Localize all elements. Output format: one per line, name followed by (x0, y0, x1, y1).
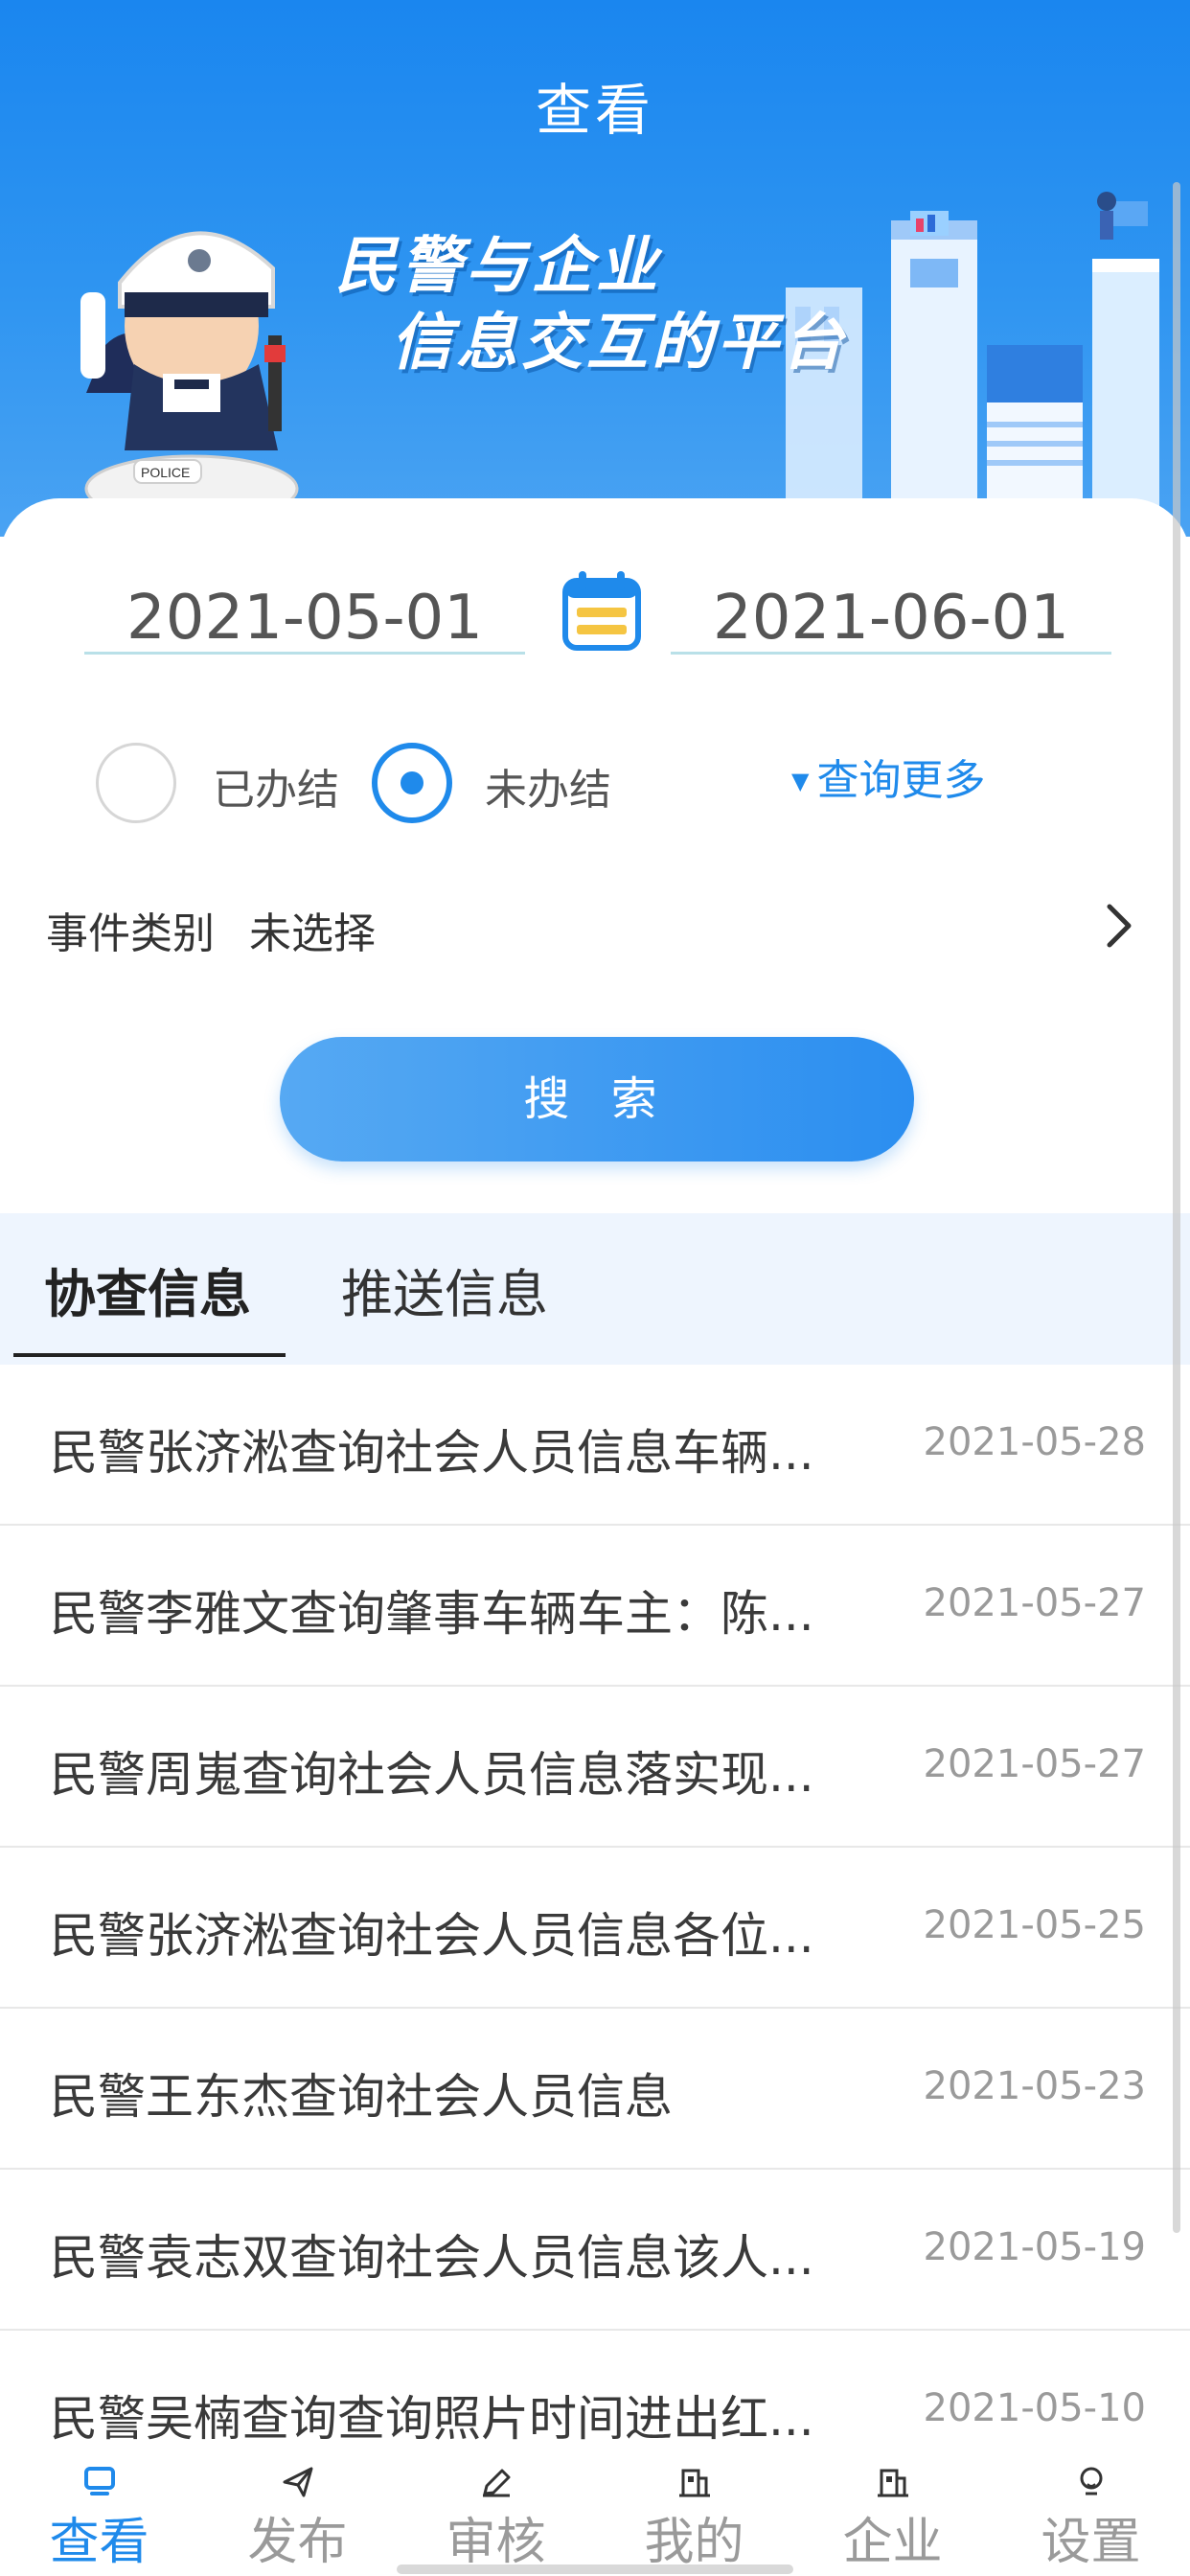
category-value: 未选择 (249, 909, 376, 958)
active-tab-indicator (13, 1353, 286, 1357)
radio-pending-label[interactable]: 未办结 (485, 755, 611, 816)
send-icon (283, 2467, 312, 2497)
banner-slogan: 民警与企业 信息交互的平台 (335, 228, 847, 381)
item-date: 2021-05-25 (923, 1903, 1146, 1947)
pen-icon (482, 2469, 510, 2497)
item-date: 2021-05-28 (923, 1420, 1146, 1464)
list-item[interactable]: 民警王东杰查询社会人员信息 2021-05-23 (0, 2009, 1190, 2170)
calendar-icon[interactable] (561, 569, 642, 652)
search-button[interactable]: 搜 索 (280, 1037, 914, 1162)
item-date: 2021-05-27 (923, 1742, 1146, 1786)
nav-review[interactable]: 审核 (397, 2442, 595, 2576)
nav-label: 发布 (247, 2514, 348, 2571)
header-banner: 查看 POLICE 民警与企业 信息交互的平台 (0, 0, 1190, 537)
item-title: 民警李雅文查询肇事车辆车主：陈... (50, 1586, 814, 1642)
nav-enterprise[interactable]: 企业 (793, 2442, 992, 2576)
item-date: 2021-05-19 (923, 2225, 1146, 2269)
page-title: 查看 (535, 78, 654, 143)
nav-settings[interactable]: 设置 (992, 2442, 1190, 2576)
nav-label: 企业 (842, 2514, 943, 2571)
info-tabs: 协查信息 推送信息 (0, 1213, 1190, 1365)
home-indicator (397, 2564, 793, 2574)
list-item[interactable]: 民警张济淞查询社会人员信息各位... 2021-05-25 (0, 1848, 1190, 2009)
bottom-navigation: 查看 发布 审核 我的 企业 设置 (0, 2442, 1190, 2576)
item-title: 民警张济淞查询社会人员信息各位... (50, 1908, 814, 1964)
slogan-line-2: 信息交互的平台 (391, 308, 847, 379)
building-icon (877, 2469, 908, 2497)
radio-pending[interactable] (372, 743, 452, 823)
nav-view[interactable]: 查看 (0, 2442, 198, 2576)
item-date: 2021-05-23 (923, 2064, 1146, 2108)
event-category-row[interactable]: 事件类别 未选择 (46, 899, 376, 960)
chevron-right-icon[interactable] (1100, 899, 1138, 953)
item-title: 民警吴楠查询查询照片时间进出红... (50, 2391, 814, 2447)
nav-mine[interactable]: 我的 (595, 2442, 793, 2576)
search-card: 2021-05-01 2021-06-01 已办结 未办结 ▼ 查询更多 事件类别… (0, 498, 1190, 1227)
building-icon (678, 2469, 710, 2497)
nav-label: 查看 (49, 2514, 149, 2571)
item-title: 民警周嵬查询社会人员信息落实现... (50, 1747, 814, 1803)
start-date-field[interactable]: 2021-05-01 (84, 585, 525, 655)
nav-label: 我的 (644, 2514, 744, 2571)
nav-label: 审核 (446, 2514, 546, 2571)
monitor-icon (83, 2467, 115, 2496)
tab-push-info[interactable]: 推送信息 (341, 1252, 548, 1327)
tab-assist-info[interactable]: 协查信息 (44, 1252, 251, 1327)
list-item[interactable]: 民警袁志双查询社会人员信息该人... 2021-05-19 (0, 2170, 1190, 2331)
category-label: 事件类别 (46, 909, 215, 958)
caret-down-icon: ▼ (791, 768, 810, 794)
item-title: 民警王东杰查询社会人员信息 (50, 2069, 673, 2125)
item-title: 民警袁志双查询社会人员信息该人... (50, 2230, 814, 2286)
bulb-icon (1080, 2467, 1102, 2496)
list-item[interactable]: 民警周嵬查询社会人员信息落实现... 2021-05-27 (0, 1687, 1190, 1848)
item-date: 2021-05-10 (923, 2386, 1146, 2430)
police-mascot-illustration: POLICE (80, 231, 299, 518)
scrollbar[interactable] (1173, 182, 1180, 2233)
slogan-line-1: 民警与企业 (335, 231, 661, 302)
query-more-button[interactable]: ▼ 查询更多 (791, 746, 985, 807)
assist-info-list: 民警张济淞查询社会人员信息车辆... 2021-05-28 民警李雅文查询肇事车… (0, 1365, 1190, 2492)
radio-selected-dot (400, 771, 423, 794)
list-item[interactable]: 民警张济淞查询社会人员信息车辆... 2021-05-28 (0, 1365, 1190, 1526)
item-title: 民警张济淞查询社会人员信息车辆... (50, 1425, 814, 1481)
radio-done-label[interactable]: 已办结 (213, 755, 339, 816)
list-item[interactable]: 民警李雅文查询肇事车辆车主：陈... 2021-05-27 (0, 1526, 1190, 1687)
item-date: 2021-05-27 (923, 1581, 1146, 1625)
radio-done[interactable] (96, 743, 176, 823)
end-date-field[interactable]: 2021-06-01 (671, 585, 1111, 655)
police-badge-text: POLICE (141, 465, 190, 480)
query-more-label: 查询更多 (816, 756, 986, 805)
nav-label: 设置 (1041, 2514, 1141, 2571)
nav-publish[interactable]: 发布 (198, 2442, 397, 2576)
